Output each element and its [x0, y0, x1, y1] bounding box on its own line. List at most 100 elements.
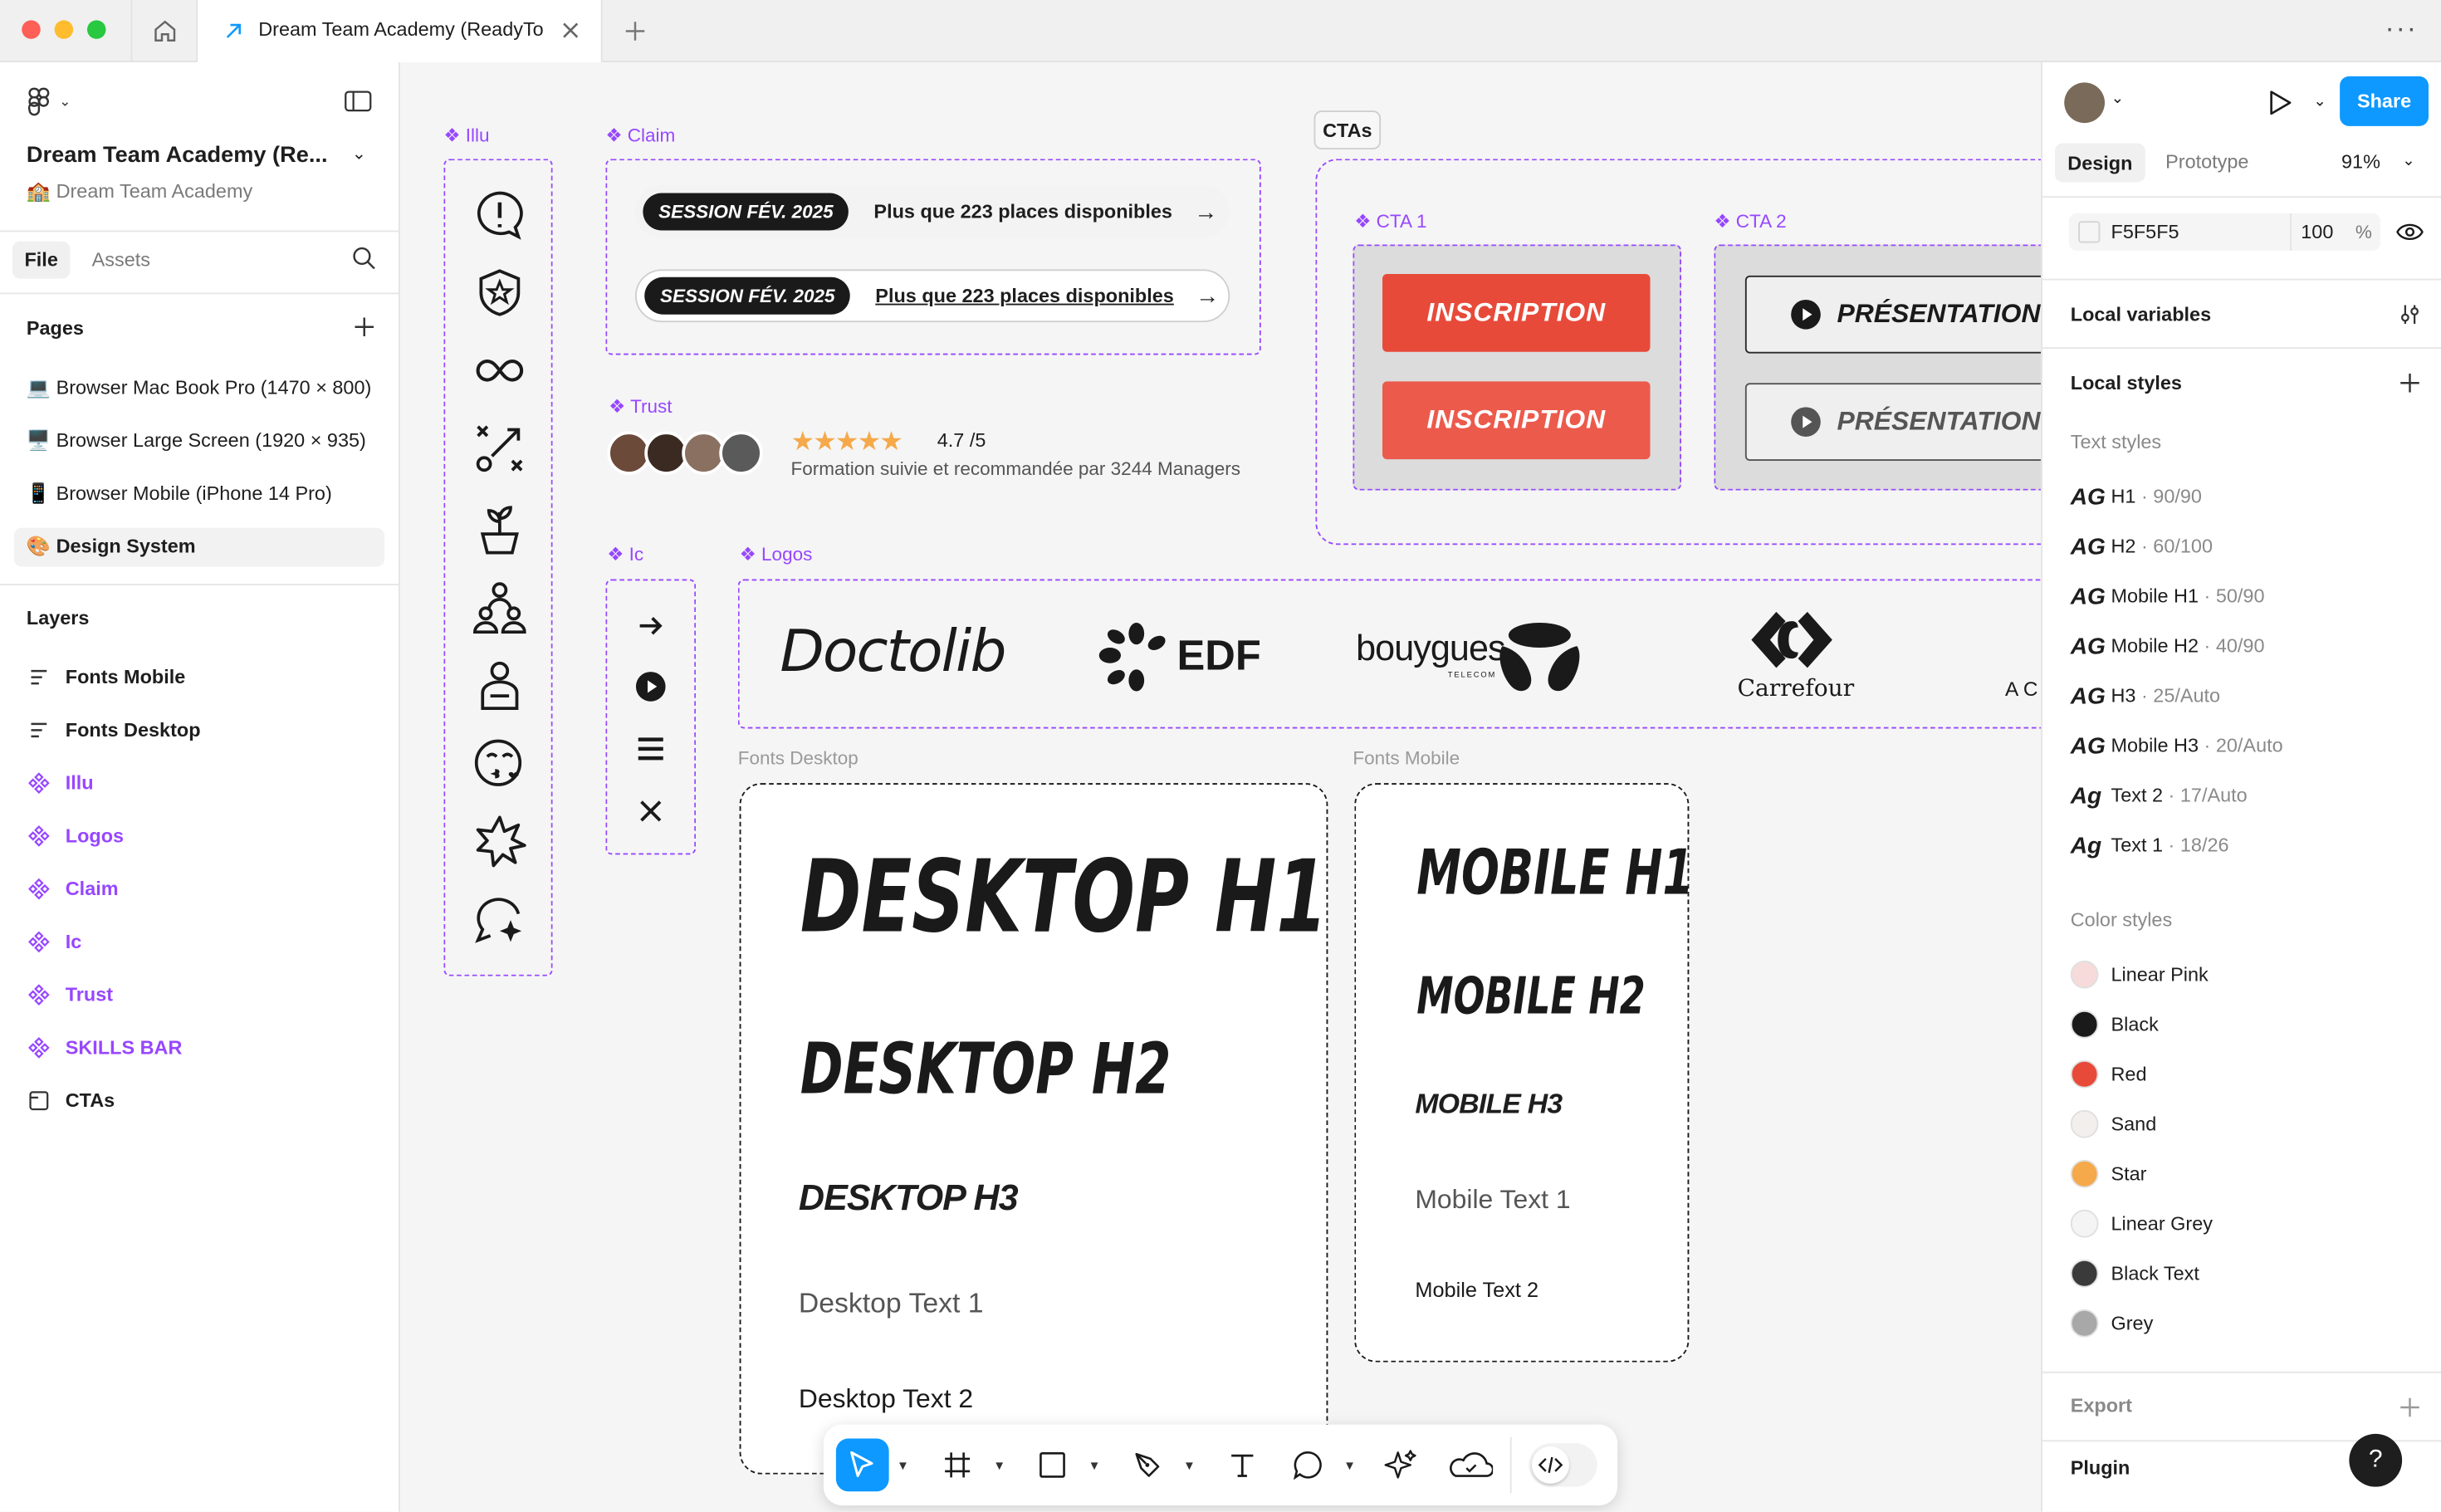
presentation-button[interactable]: PRÉSENTATION — [1744, 275, 2042, 354]
layer-item[interactable]: Logos — [28, 820, 124, 852]
chevron-down-icon[interactable]: ⌄ — [2402, 153, 2415, 170]
chevron-down-icon[interactable]: ▼ — [1183, 1459, 1196, 1473]
inscription-button-hover[interactable]: INSCRIPTION — [1382, 381, 1651, 460]
plugin-title[interactable]: Plugin — [2071, 1457, 2130, 1479]
text-style-item[interactable]: AG Mobile H1 · 50/90 — [2071, 580, 2265, 612]
layer-item[interactable]: CTAs — [28, 1085, 115, 1117]
cta2-component-frame[interactable]: PRÉSENTATION PRÉSENTATION — [1714, 244, 2042, 491]
claim-pill-default[interactable]: SESSION FÉV. 2025 Plus que 223 places di… — [635, 185, 1230, 238]
chevron-down-icon[interactable]: ▼ — [1343, 1459, 1356, 1473]
color-style-item[interactable]: Black Text — [2070, 1258, 2199, 1289]
tab-assets[interactable]: Assets — [92, 249, 150, 271]
text-style-item[interactable]: AG Mobile H3 · 20/Auto — [2071, 730, 2283, 761]
ic-frame-label[interactable]: ❖ Ic — [607, 543, 643, 565]
fill-swatch[interactable] — [2078, 221, 2101, 243]
chevron-down-icon[interactable]: ▼ — [993, 1459, 1005, 1473]
document-tab[interactable]: Dream Team Academy (ReadyTo — [196, 0, 603, 62]
layer-item[interactable]: Fonts Mobile — [28, 662, 185, 693]
close-window-button[interactable] — [22, 20, 41, 39]
new-tab-icon[interactable] — [624, 20, 646, 42]
page-item[interactable]: 🎨 Design System — [27, 536, 196, 559]
layer-item[interactable]: Claim — [28, 873, 119, 905]
page-item[interactable]: 📱 Browser Mobile (iPhone 14 Pro) — [27, 482, 332, 506]
cta1-frame-label[interactable]: ❖ CTA 1 — [1354, 210, 1426, 232]
actions-tool-button[interactable] — [1381, 1445, 1421, 1485]
tab-prototype[interactable]: Prototype — [2165, 151, 2248, 173]
pen-tool-button[interactable] — [1128, 1445, 1168, 1485]
dev-mode-toggle[interactable] — [1529, 1443, 1597, 1487]
logos-frame-label[interactable]: ❖ Logos — [740, 543, 813, 565]
page-item[interactable]: 💻 Browser Mac Book Pro (1470 × 800) — [27, 377, 371, 400]
layer-item[interactable]: Illu — [28, 767, 94, 799]
inscription-button[interactable]: INSCRIPTION — [1382, 274, 1651, 352]
add-page-icon[interactable] — [354, 316, 375, 338]
figma-menu-icon[interactable] — [27, 87, 50, 117]
color-style-item[interactable]: Grey — [2070, 1308, 2153, 1339]
cta1-component-frame[interactable]: INSCRIPTION INSCRIPTION — [1353, 244, 1681, 491]
text-style-item[interactable]: AG H1 · 90/90 — [2071, 481, 2202, 512]
frame-tool-button[interactable] — [937, 1445, 978, 1485]
variables-settings-icon[interactable] — [2399, 304, 2420, 325]
fonts-desktop-frame-label[interactable]: Fonts Desktop — [738, 747, 859, 769]
chevron-down-icon[interactable]: ⌄ — [2313, 94, 2326, 111]
layer-item[interactable]: Fonts Desktop — [28, 715, 201, 746]
text-style-item[interactable]: Ag Text 2 · 17/Auto — [2071, 780, 2248, 811]
claim-frame-label[interactable]: ❖ Claim — [605, 125, 675, 146]
team-name[interactable]: 🏫 Dream Team Academy — [27, 181, 252, 204]
claim-pill-hover[interactable]: SESSION FÉV. 2025 Plus que 223 places di… — [635, 269, 1230, 323]
close-tab-icon[interactable] — [560, 20, 580, 40]
tab-design[interactable]: Design — [2055, 143, 2145, 183]
file-menu-chevron-icon[interactable]: ⌄ — [352, 144, 366, 164]
fill-hex[interactable]: F5F5F5 — [2111, 221, 2179, 242]
page-item[interactable]: 🖥️ Browser Large Screen (1920 × 935) — [27, 430, 366, 453]
illu-component-frame[interactable] — [443, 159, 553, 976]
color-style-item[interactable]: Red — [2070, 1059, 2147, 1090]
local-variables-title[interactable]: Local variables — [2071, 304, 2211, 325]
layer-item[interactable]: SKILLS BAR — [28, 1032, 182, 1064]
more-menu-icon[interactable]: ··· — [2385, 12, 2418, 45]
fonts-mobile-frame[interactable]: MOBILE H1 MOBILE H2 MOBILE H3 Mobile Tex… — [1354, 783, 1694, 1363]
chevron-down-icon[interactable]: ▼ — [897, 1459, 909, 1473]
text-style-item[interactable]: AG Mobile H2 · 40/90 — [2071, 630, 2265, 662]
share-button[interactable]: Share — [2340, 76, 2429, 126]
color-style-item[interactable]: Sand — [2070, 1108, 2156, 1140]
canvas[interactable]: ❖ Illu ❖ Claim SESSION FÉV. 2025 Plus qu… — [400, 62, 2042, 1512]
cta2-frame-label[interactable]: ❖ CTA 2 — [1714, 210, 1786, 232]
layer-item[interactable]: Trust — [28, 979, 113, 1010]
maximize-window-button[interactable] — [87, 20, 106, 39]
present-play-icon[interactable] — [2268, 89, 2293, 117]
chevron-down-icon[interactable]: ▼ — [1088, 1459, 1101, 1473]
logos-component-frame[interactable]: Doctolib EDF bouygues TELECOM Carrefour … — [737, 579, 2042, 729]
chevron-down-icon[interactable]: ⌄ — [59, 94, 71, 111]
plugins-tool-button[interactable] — [1446, 1445, 1496, 1485]
illu-frame-label[interactable]: ❖ Illu — [443, 125, 489, 146]
text-style-item[interactable]: AG H2 · 60/100 — [2071, 531, 2213, 562]
layer-item[interactable]: Ic — [28, 927, 81, 958]
color-style-item[interactable]: Linear Grey — [2070, 1208, 2213, 1240]
avatar[interactable] — [2064, 82, 2105, 124]
trust-frame-label[interactable]: ❖ Trust — [609, 395, 672, 417]
help-button[interactable]: ? — [2349, 1433, 2403, 1487]
zoom-level[interactable]: 91% — [2341, 151, 2380, 173]
move-tool-button[interactable] — [835, 1438, 889, 1492]
home-tab[interactable] — [130, 0, 197, 62]
text-style-item[interactable]: Ag Text 1 · 18/26 — [2071, 829, 2229, 861]
text-style-item[interactable]: AG H3 · 25/Auto — [2071, 680, 2220, 712]
fill-opacity[interactable]: 100 — [2301, 221, 2333, 242]
ctas-section-label[interactable]: CTAs — [1313, 110, 1382, 149]
chevron-down-icon[interactable]: ⌄ — [2111, 91, 2125, 108]
claim-component-frame[interactable]: SESSION FÉV. 2025 Plus que 223 places di… — [605, 159, 1261, 355]
color-style-item[interactable]: Linear Pink — [2070, 959, 2209, 991]
search-icon[interactable] — [352, 246, 377, 271]
export-title[interactable]: Export — [2071, 1395, 2132, 1417]
toggle-sidebar-icon[interactable] — [344, 91, 372, 112]
shape-tool-button[interactable] — [1032, 1445, 1073, 1485]
ic-component-frame[interactable] — [605, 579, 697, 855]
fonts-desktop-frame[interactable]: DESKTOP H1 DESKTOP H2 DESKTOP H3 Desktop… — [739, 783, 1328, 1475]
fonts-mobile-frame-label[interactable]: Fonts Mobile — [1353, 747, 1460, 769]
add-style-icon[interactable] — [2399, 372, 2420, 394]
minimize-window-button[interactable] — [54, 20, 74, 39]
fill-field[interactable]: F5F5F5 100 % — [2068, 213, 2380, 251]
comment-tool-button[interactable] — [1288, 1445, 1328, 1485]
file-name[interactable]: Dream Team Academy (Re... — [27, 144, 328, 169]
